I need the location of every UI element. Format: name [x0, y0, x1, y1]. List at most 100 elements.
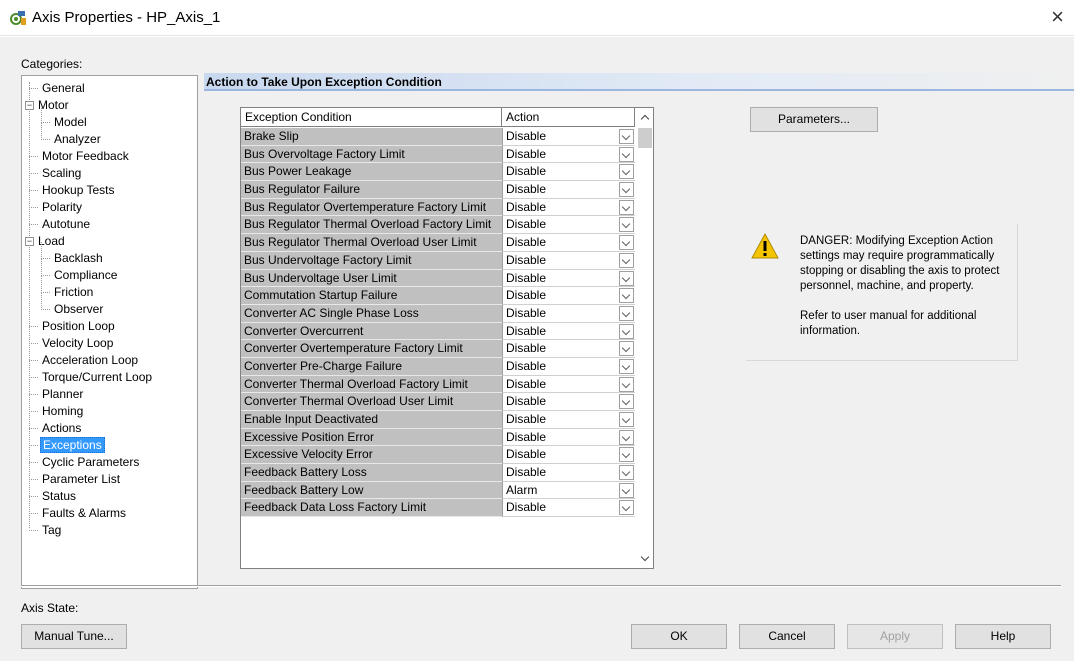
chevron-down-icon[interactable] — [619, 164, 634, 180]
tree-item-position-loop[interactable]: Position Loop — [40, 318, 117, 335]
tree-item-friction[interactable]: Friction — [52, 284, 95, 301]
action-select[interactable]: Disable — [502, 464, 635, 482]
scroll-down-icon[interactable] — [636, 550, 653, 568]
action-select[interactable]: Disable — [502, 287, 635, 305]
tree-item-status[interactable]: Status — [40, 488, 78, 505]
tree-connector — [29, 88, 38, 89]
tree-item-torque-current-loop[interactable]: Torque/Current Loop — [40, 369, 154, 386]
chevron-down-icon[interactable] — [619, 305, 634, 321]
exception-condition-cell: Converter Thermal Overload Factory Limit — [241, 375, 502, 394]
ok-button[interactable]: OK — [631, 624, 727, 649]
window-title: Axis Properties - HP_Axis_1 — [32, 9, 221, 26]
action-select[interactable]: Disable — [502, 163, 635, 182]
tree-item-label: General — [42, 81, 85, 95]
chevron-down-icon[interactable] — [619, 482, 634, 498]
tree-item-backlash[interactable]: Backlash — [52, 250, 105, 267]
tree-item-motor-feedback[interactable]: Motor Feedback — [40, 148, 131, 165]
tree-item-hookup-tests[interactable]: Hookup Tests — [40, 182, 117, 199]
chevron-down-icon[interactable] — [619, 199, 634, 215]
action-select[interactable]: Disable — [502, 499, 635, 518]
tree-item-tag[interactable]: Tag — [40, 522, 63, 539]
tree-connector — [29, 479, 38, 480]
chevron-down-icon[interactable] — [619, 394, 634, 410]
action-select[interactable]: Disable — [502, 216, 635, 235]
exceptions-table[interactable]: Exception Condition Action Brake Slip Dis… — [240, 107, 654, 569]
tree-item-homing[interactable]: Homing — [40, 403, 85, 420]
manual-tune-button[interactable]: Manual Tune... — [21, 624, 127, 649]
action-select[interactable]: Disable — [502, 251, 635, 270]
column-header-condition[interactable]: Exception Condition — [241, 108, 502, 127]
action-select[interactable]: Disable — [502, 181, 635, 199]
action-select[interactable]: Disable — [502, 322, 635, 341]
tree-connector — [29, 343, 38, 344]
collapse-icon[interactable]: − — [25, 237, 34, 246]
action-select[interactable]: Disable — [502, 428, 635, 447]
tree-item-cyclic-parameters[interactable]: Cyclic Parameters — [40, 454, 141, 471]
tree-item-exceptions[interactable]: Exceptions — [40, 437, 105, 454]
tree-item-analyzer[interactable]: Analyzer — [52, 131, 103, 148]
chevron-down-icon[interactable] — [619, 412, 634, 427]
action-select[interactable]: Disable — [502, 128, 635, 146]
tree-item-parameter-list[interactable]: Parameter List — [40, 471, 122, 488]
action-select[interactable]: Disable — [502, 375, 635, 394]
action-select[interactable]: Disable — [502, 304, 635, 323]
parameters-button[interactable]: Parameters... — [750, 107, 878, 132]
action-select[interactable]: Alarm — [502, 481, 635, 500]
warning-icon — [751, 232, 779, 259]
chevron-down-icon[interactable] — [619, 235, 634, 251]
action-select[interactable]: Disable — [502, 357, 635, 376]
tree-connector — [29, 224, 38, 225]
tree-item-faults-alarms[interactable]: Faults & Alarms — [40, 505, 128, 522]
chevron-down-icon[interactable] — [619, 323, 634, 339]
table-row: Converter AC Single Phase Loss Disable — [241, 304, 635, 323]
chevron-down-icon[interactable] — [619, 217, 634, 233]
tree-item-model[interactable]: Model — [52, 114, 89, 131]
title-bar: Axis Properties - HP_Axis_1 × — [0, 0, 1074, 36]
chevron-down-icon[interactable] — [619, 252, 634, 268]
scroll-up-icon[interactable] — [636, 108, 653, 126]
chevron-down-icon[interactable] — [619, 146, 634, 162]
tree-item-observer[interactable]: Observer — [52, 301, 105, 318]
action-select[interactable]: Disable — [502, 411, 635, 429]
exception-condition-cell: Converter Overtemperature Factory Limit — [241, 340, 502, 358]
scroll-thumb[interactable] — [638, 128, 652, 148]
tree-item-polarity[interactable]: Polarity — [40, 199, 84, 216]
chevron-down-icon[interactable] — [619, 129, 634, 144]
tree-item-general[interactable]: General — [40, 80, 87, 97]
action-select[interactable]: Disable — [502, 269, 635, 288]
tree-item-label: Autotune — [42, 217, 91, 231]
action-select[interactable]: Disable — [502, 234, 635, 252]
chevron-down-icon[interactable] — [619, 376, 634, 392]
chevron-down-icon[interactable] — [619, 447, 634, 463]
chevron-down-icon[interactable] — [619, 182, 634, 198]
exception-condition-cell: Feedback Battery Loss — [241, 464, 502, 482]
chevron-down-icon[interactable] — [619, 358, 634, 374]
action-select[interactable]: Disable — [502, 198, 635, 217]
tree-item-compliance[interactable]: Compliance — [52, 267, 119, 284]
tree-item-autotune[interactable]: Autotune — [40, 216, 92, 233]
collapse-icon[interactable]: − — [25, 101, 34, 110]
column-header-action[interactable]: Action — [503, 108, 635, 127]
action-select[interactable]: Disable — [502, 393, 635, 411]
chevron-down-icon[interactable] — [619, 270, 634, 286]
chevron-down-icon[interactable] — [619, 500, 634, 516]
action-value: Alarm — [506, 482, 538, 497]
action-select[interactable]: Disable — [502, 145, 635, 164]
table-scrollbar[interactable] — [636, 108, 653, 568]
action-select[interactable]: Disable — [502, 446, 635, 465]
chevron-down-icon[interactable] — [619, 465, 634, 481]
tree-item-velocity-loop[interactable]: Velocity Loop — [40, 335, 115, 352]
tree-item-actions[interactable]: Actions — [40, 420, 83, 437]
tree-item-scaling[interactable]: Scaling — [40, 165, 83, 182]
help-button[interactable]: Help — [955, 624, 1051, 649]
close-icon[interactable]: × — [1051, 6, 1064, 28]
action-select[interactable]: Disable — [502, 340, 635, 358]
chevron-down-icon[interactable] — [619, 341, 634, 357]
tree-item-acceleration-loop[interactable]: Acceleration Loop — [40, 352, 140, 369]
cancel-button[interactable]: Cancel — [739, 624, 835, 649]
categories-tree[interactable]: General − Motor Model Analyzer Motor Feedback… — [21, 75, 198, 589]
chevron-down-icon[interactable] — [619, 288, 634, 304]
chevron-down-icon[interactable] — [619, 429, 634, 445]
exception-condition-cell: Brake Slip — [241, 128, 502, 146]
tree-item-planner[interactable]: Planner — [40, 386, 85, 403]
